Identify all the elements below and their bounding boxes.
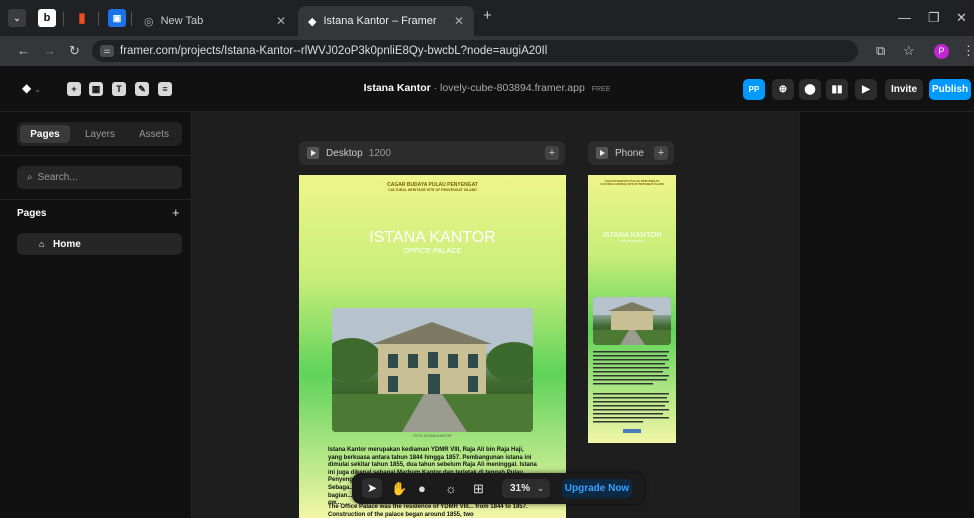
back-icon[interactable]: ←: [17, 43, 30, 58]
user-badge[interactable]: PP: [743, 79, 765, 100]
site-caption-en: CULTURAL HERITAGE SITE OF PENYENGAT ISLA…: [600, 183, 664, 186]
site-subtitle: OFFICE PALACE: [403, 246, 462, 255]
framer-icon: ◆: [308, 15, 317, 28]
settings-icon[interactable]: ⬤: [799, 79, 821, 100]
framer-toolbar: ◆ ⌄ + ▦ T ✎ ≡ Istana Kantor · lovely-cube…: [0, 66, 974, 112]
phone-paragraph-lines: [593, 351, 669, 433]
canvas[interactable]: Desktop 1200 + Phone + CAGAR BUDAYA PULA…: [192, 112, 799, 518]
project-domain: · lovely-cube-803894.framer.app: [433, 82, 585, 94]
site-paragraph-en: The Office Palace was the residence of Y…: [328, 504, 528, 518]
site-subtitle: OFFICE PALACE: [620, 239, 644, 243]
right-panel: [799, 112, 974, 518]
restore-icon[interactable]: ❐: [928, 10, 940, 26]
site-caption-en: CULTURAL HERITAGE SITE OF PENYENGAT ISLA…: [388, 188, 477, 192]
close-window-icon[interactable]: ✕: [956, 10, 967, 26]
desktop-frame-label[interactable]: Desktop 1200 +: [299, 141, 565, 165]
zoom-value: 31%: [510, 483, 531, 494]
search-input[interactable]: ⌕ Search...: [17, 166, 182, 189]
pinned-tab-b-icon[interactable]: b: [38, 9, 56, 27]
reload-icon[interactable]: ↻: [69, 43, 80, 59]
globe-icon[interactable]: ⊕: [772, 79, 794, 100]
zoom-select[interactable]: 31% ⌄: [502, 479, 550, 498]
tab-label: New Tab: [160, 15, 204, 27]
browser-tab-strip: ⌄ b ▮ ▣ ◎ New Tab ✕ ◆ Istana Kantor – Fr…: [0, 0, 974, 36]
tab-new-tab[interactable]: ◎ New Tab ✕: [134, 6, 296, 36]
browser-nav-bar: ← → ↻ ⚌ framer.com/projects/Istana-Kanto…: [0, 36, 974, 66]
photo-caption: FOTO ISTANA KANTOR: [413, 434, 452, 438]
search-icon: ⌕: [27, 172, 33, 183]
tab-assets[interactable]: Assets: [128, 125, 180, 143]
frame-name: Phone: [615, 147, 644, 159]
tab-layers[interactable]: Layers: [74, 125, 126, 143]
invite-button[interactable]: Invite: [885, 79, 923, 100]
pinned-tab-app-icon[interactable]: ▣: [108, 9, 126, 27]
pinned-tab-figma-icon[interactable]: ▮: [73, 9, 91, 27]
tab-label: Istana Kantor – Framer: [323, 15, 437, 27]
palace-photo: [332, 308, 533, 432]
minimize-icon[interactable]: —: [898, 10, 911, 25]
new-tab-icon[interactable]: +: [483, 7, 492, 24]
add-breakpoint-icon[interactable]: +: [654, 146, 668, 160]
phone-frame-label[interactable]: Phone +: [588, 141, 674, 165]
tab-separator: [98, 12, 99, 26]
url-text: framer.com/projects/Istana-Kantor--rlWVJ…: [120, 45, 548, 57]
tab-separator: [63, 12, 64, 26]
close-tab-icon[interactable]: ✕: [454, 14, 464, 28]
comment-tool-icon[interactable]: ●: [418, 481, 426, 496]
cast-icon[interactable]: ⧉: [876, 43, 885, 59]
tab-search-icon[interactable]: ⌄: [8, 9, 26, 27]
frame-size: 1200: [368, 147, 391, 159]
site-title: ISTANA KANTOR: [602, 230, 662, 239]
project-name: Istana Kantor: [363, 82, 431, 94]
theme-toggle-icon[interactable]: ☼: [445, 481, 457, 496]
site-title: ISTANA KANTOR: [369, 229, 496, 246]
grid-icon[interactable]: ⊞: [473, 481, 484, 497]
upgrade-button[interactable]: Upgrade Now: [562, 479, 632, 498]
profile-avatar[interactable]: P: [934, 44, 949, 59]
tab-pages[interactable]: Pages: [20, 125, 70, 143]
palace-photo-illustration: [332, 308, 533, 432]
search-placeholder: Search...: [37, 172, 78, 183]
close-tab-icon[interactable]: ✕: [276, 14, 286, 28]
browser-menu-icon[interactable]: ⋮: [962, 43, 974, 59]
tab-framer[interactable]: ◆ Istana Kantor – Framer ✕: [298, 6, 474, 36]
analytics-icon[interactable]: ▮▮: [826, 79, 848, 100]
frame-name: Desktop: [326, 147, 363, 159]
page-label: Home: [53, 238, 81, 250]
chevron-down-icon: ⌄: [537, 484, 544, 493]
divider: [0, 155, 192, 156]
hand-tool-icon[interactable]: ✋: [391, 481, 407, 497]
desktop-frame[interactable]: CAGAR BUDAYA PULAU PENYENGAT CULTURAL HE…: [299, 175, 566, 518]
tab-separator: [131, 12, 132, 26]
select-tool-icon[interactable]: ➤: [362, 478, 382, 498]
left-panel: Pages Layers Assets ⌕ Search... Pages + …: [0, 112, 192, 518]
address-bar[interactable]: ⚌ framer.com/projects/Istana-Kantor--rlW…: [92, 40, 858, 62]
plan-badge: FREE: [591, 86, 611, 93]
panel-tabs: Pages Layers Assets: [17, 122, 182, 146]
preview-play-icon[interactable]: [307, 147, 319, 159]
page-item-home[interactable]: ⌂ Home: [17, 233, 182, 255]
divider: [0, 199, 192, 200]
chrome-icon: ◎: [144, 15, 154, 28]
add-breakpoint-icon[interactable]: +: [545, 146, 559, 160]
preview-play-icon[interactable]: ▶: [855, 79, 877, 100]
preview-play-icon[interactable]: [596, 147, 608, 159]
pages-heading: Pages: [17, 208, 47, 219]
add-page-icon[interactable]: +: [172, 205, 180, 220]
forward-icon[interactable]: →: [43, 43, 56, 58]
phone-frame[interactable]: CAGAR BUDAYA PULAU PENYENGAT CULTURAL HE…: [588, 175, 676, 443]
palace-photo: [593, 297, 671, 345]
publish-button[interactable]: Publish: [929, 79, 971, 100]
site-info-icon[interactable]: ⚌: [100, 45, 114, 57]
canvas-toolbar: ➤ ✋ ● ☼ ⊞ 31% ⌄ Upgrade Now: [352, 473, 644, 504]
palace-photo-illustration: [593, 297, 671, 345]
bookmark-star-icon[interactable]: ☆: [903, 43, 915, 59]
home-icon: ⌂: [39, 239, 45, 249]
